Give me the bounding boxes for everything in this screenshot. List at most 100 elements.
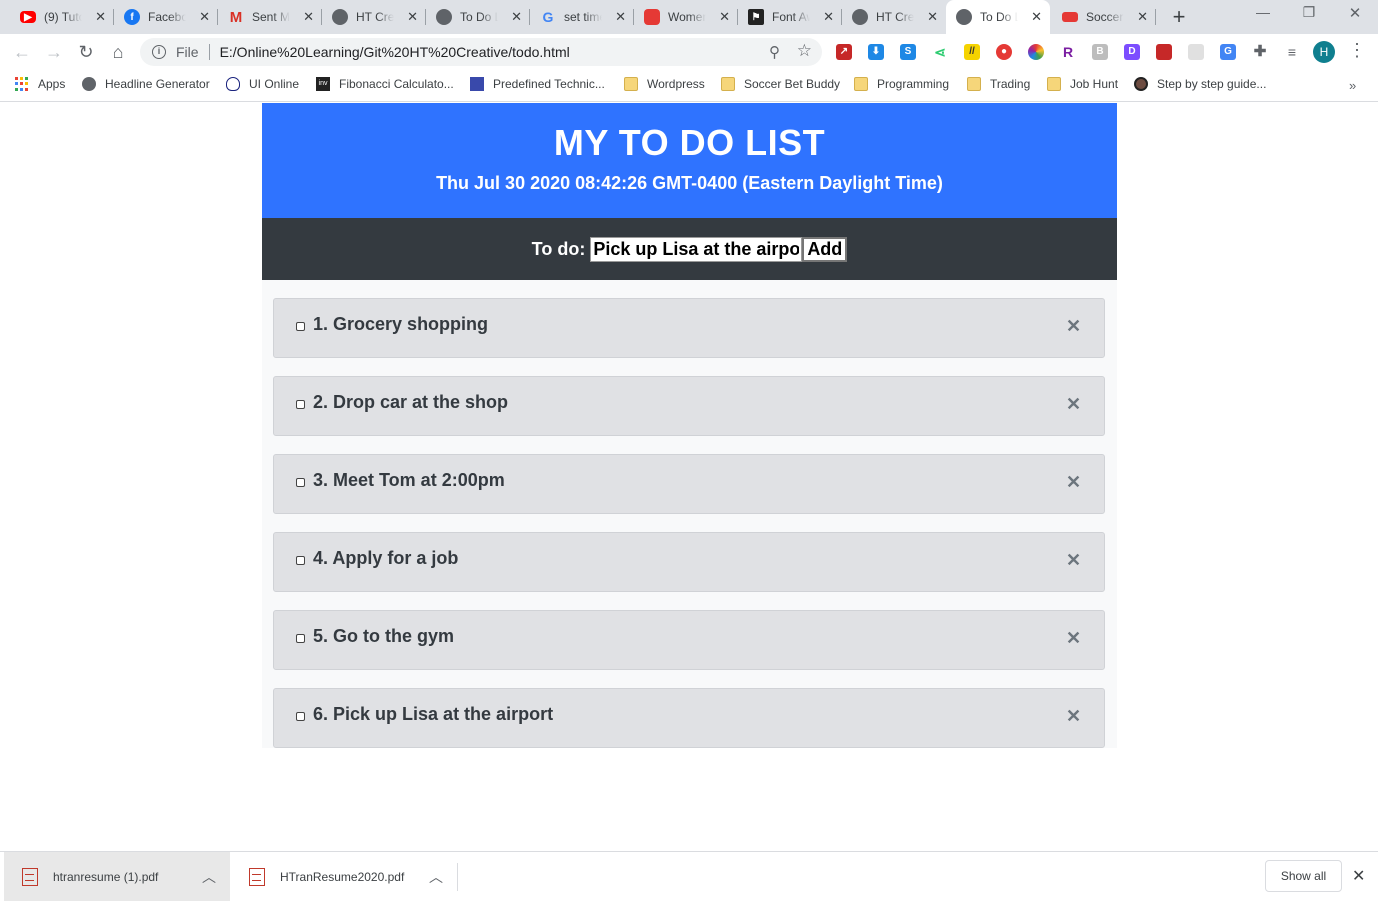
address-bar[interactable]: i File E:/Online%20Learning/Git%20HT%20C…	[140, 38, 822, 66]
extension-color-picker-icon[interactable]	[1028, 44, 1044, 60]
bookmark-apps[interactable]: Apps	[15, 77, 65, 91]
back-icon[interactable]: ←	[10, 40, 34, 64]
current-date: Thu Jul 30 2020 08:42:26 GMT-0400 (Easte…	[436, 173, 943, 193]
todo-checkbox[interactable]	[296, 322, 305, 331]
bookmark-fibonacci[interactable]: inv Fibonacci Calculato...	[316, 77, 454, 91]
reload-icon[interactable]: ↻	[74, 40, 98, 64]
minimize-button[interactable]: —	[1240, 4, 1286, 20]
bookmark-label: Programming	[877, 77, 950, 91]
close-tab-icon[interactable]: ✕	[511, 10, 522, 24]
extension-r-icon[interactable]: R	[1060, 44, 1076, 60]
close-tab-icon[interactable]: ✕	[303, 10, 314, 24]
bookmark-folder-soccer-bet-buddy[interactable]: Soccer Bet Buddy	[721, 77, 840, 91]
delete-icon[interactable]: ✕	[1066, 550, 1081, 571]
extension-s-icon[interactable]: S	[900, 44, 916, 60]
tab-google-search[interactable]: G set time ✕	[530, 0, 634, 34]
bookmark-step-by-step[interactable]: Step by step guide...	[1134, 77, 1266, 91]
close-shelf-icon[interactable]: ✕	[1352, 866, 1365, 886]
close-tab-icon[interactable]: ✕	[927, 10, 938, 24]
todo-input-label: To do:	[531, 238, 586, 259]
delete-icon[interactable]: ✕	[1066, 628, 1081, 649]
todo-checkbox[interactable]	[296, 634, 305, 643]
bookmark-folder-job-hunt[interactable]: Job Hunt	[1047, 77, 1118, 91]
extension-grid-icon[interactable]	[1188, 44, 1204, 60]
media-control-icon[interactable]: ≡	[1284, 44, 1300, 60]
show-all-downloads-button[interactable]: Show all	[1265, 860, 1342, 892]
browser-menu-icon[interactable]: ⋮	[1348, 40, 1366, 61]
profile-avatar[interactable]: H	[1313, 41, 1335, 63]
close-tab-icon[interactable]: ✕	[823, 10, 834, 24]
tab-youtube[interactable]: ▶ (9) Tutorials ✕	[10, 0, 114, 34]
tab-title: Sent Mail	[252, 10, 290, 24]
bookmark-ui-online[interactable]: UI Online	[226, 77, 299, 91]
todo-checkbox[interactable]	[296, 556, 305, 565]
restore-button[interactable]: ❐	[1286, 4, 1332, 21]
tab-title: Soccer	[1086, 10, 1124, 24]
home-icon[interactable]: ⌂	[106, 40, 130, 64]
folder-icon	[624, 77, 638, 91]
bookmark-folder-programming[interactable]: Programming	[854, 77, 949, 91]
tab-font-awesome[interactable]: ⚑ Font Awesome ✕	[738, 0, 842, 34]
tab-ht-creative-2[interactable]: HT Creative ✕	[842, 0, 946, 34]
bookmark-predefined-technical[interactable]: Predefined Technic...	[470, 77, 605, 91]
close-tab-icon[interactable]: ✕	[95, 10, 106, 24]
todo-checkbox[interactable]	[296, 478, 305, 487]
bookmark-label: Apps	[38, 77, 66, 91]
todo-checkbox[interactable]	[296, 712, 305, 721]
extensions-puzzle-icon[interactable]: ✚	[1252, 44, 1268, 60]
close-tab-icon[interactable]: ✕	[615, 10, 626, 24]
extension-red-arrow-icon[interactable]: ↗	[836, 44, 852, 60]
tab-todo[interactable]: To Do List ✕	[426, 0, 530, 34]
close-tab-icon[interactable]: ✕	[199, 10, 210, 24]
bookmarks-overflow-icon[interactable]: »	[1349, 78, 1356, 93]
delete-icon[interactable]: ✕	[1066, 316, 1081, 337]
add-button[interactable]: Add	[802, 236, 848, 262]
extension-translate-icon[interactable]: G	[1220, 44, 1236, 60]
url-text[interactable]: E:/Online%20Learning/Git%20HT%20Creative…	[220, 44, 570, 60]
extension-adblock-icon[interactable]: ●	[996, 44, 1012, 60]
chevron-up-icon[interactable]: ︿	[202, 867, 216, 887]
tab-gmail[interactable]: M Sent Mail ✕	[218, 0, 322, 34]
delete-icon[interactable]: ✕	[1066, 706, 1081, 727]
extension-share-icon[interactable]: ⋖	[932, 44, 948, 60]
tab-soccer[interactable]: Soccer ✕	[1052, 0, 1156, 34]
window-close-button[interactable]: ✕	[1332, 4, 1378, 22]
tab-title: Women	[668, 10, 706, 24]
delete-icon[interactable]: ✕	[1066, 472, 1081, 493]
tab-todo-active[interactable]: To Do List ✕	[946, 0, 1050, 34]
close-tab-icon[interactable]: ✕	[1137, 10, 1148, 24]
close-tab-icon[interactable]: ✕	[1031, 10, 1042, 24]
new-tab-button[interactable]: +	[1167, 5, 1191, 29]
tab-facebook[interactable]: f Facebook ✕	[114, 0, 218, 34]
bookmark-folder-wordpress[interactable]: Wordpress	[624, 77, 705, 91]
todo-input[interactable]	[590, 236, 803, 262]
bookmark-label: Headline Generator	[105, 77, 210, 91]
todo-text: 4. Apply for a job	[313, 548, 459, 568]
tab-women[interactable]: Women ✕	[634, 0, 738, 34]
youtube-icon: ▶	[20, 11, 36, 23]
extension-highlight-icon[interactable]: //	[964, 44, 980, 60]
close-tab-icon[interactable]: ✕	[407, 10, 418, 24]
extension-book-icon[interactable]	[1156, 44, 1172, 60]
extension-d-icon[interactable]: D	[1124, 44, 1140, 60]
globe-icon	[82, 77, 96, 91]
tab-ht-creative[interactable]: HT Creative ✕	[322, 0, 426, 34]
download-item[interactable]: HTranResume2020.pdf ︿	[231, 852, 457, 901]
site-info-icon[interactable]: i	[152, 45, 166, 59]
extension-gray-icon[interactable]: B	[1092, 44, 1108, 60]
app-header: MY TO DO LIST Thu Jul 30 2020 08:42:26 G…	[262, 103, 1117, 218]
zoom-icon[interactable]: ⚲	[769, 43, 780, 61]
close-tab-icon[interactable]: ✕	[719, 10, 730, 24]
forward-icon[interactable]: →	[42, 40, 66, 64]
download-item[interactable]: htranresume (1).pdf ︿	[4, 852, 230, 901]
bookmark-folder-trading[interactable]: Trading	[967, 77, 1030, 91]
delete-icon[interactable]: ✕	[1066, 394, 1081, 415]
todo-item: 3. Meet Tom at 2:00pm ✕	[273, 454, 1105, 514]
bookmark-headline-generator[interactable]: Headline Generator	[82, 77, 210, 91]
facebook-icon: f	[124, 9, 140, 25]
bookmark-star-icon[interactable]: ☆	[797, 41, 812, 61]
todo-checkbox[interactable]	[296, 400, 305, 409]
chevron-up-icon[interactable]: ︿	[429, 867, 443, 887]
investing-icon: inv	[316, 77, 330, 91]
extension-download-icon[interactable]: ⬇	[868, 44, 884, 60]
